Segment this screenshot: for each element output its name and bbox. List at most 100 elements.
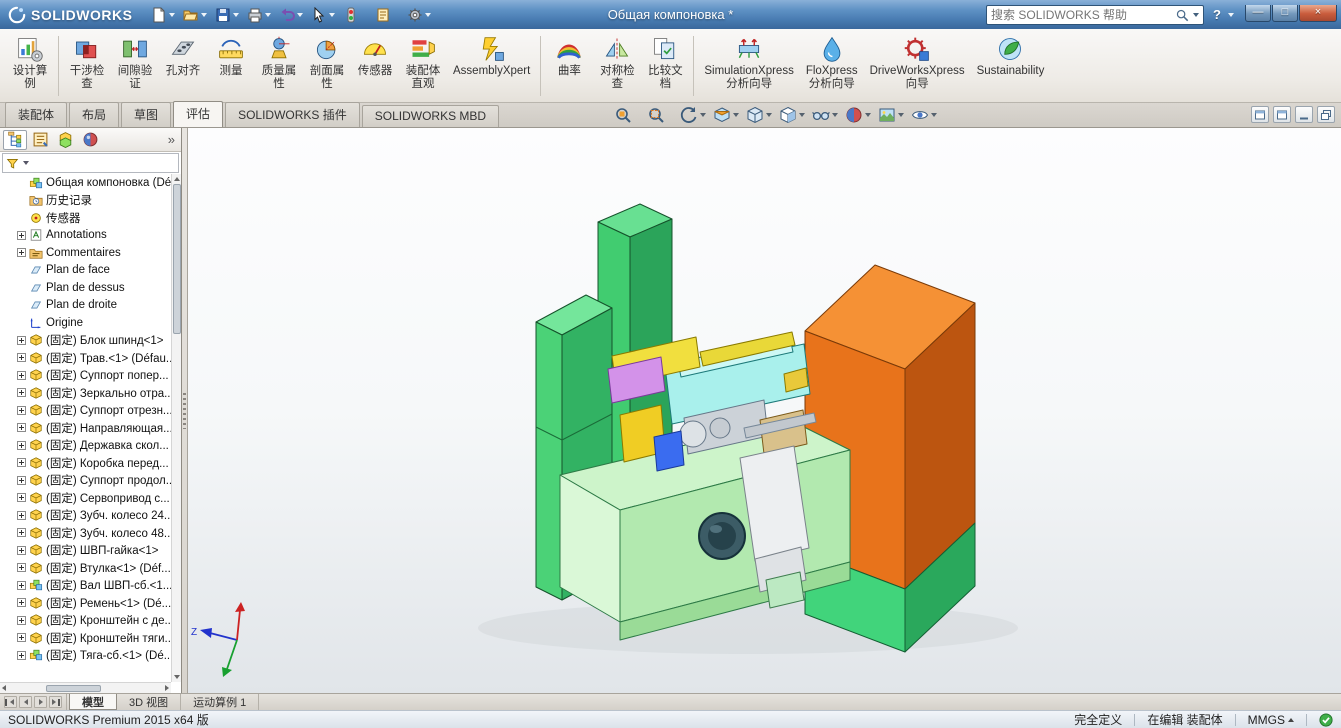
interference-detection-button[interactable]: 干涉检 查 [63, 32, 111, 100]
tree-item[interactable]: (固定) Суппорт попер... [0, 367, 171, 385]
dropdown-caret-icon[interactable] [201, 12, 208, 17]
open-document-button[interactable] [180, 5, 210, 25]
rebuild-button[interactable] [340, 5, 370, 25]
expand-icon[interactable] [17, 615, 26, 625]
options-button[interactable] [404, 5, 434, 25]
expand-icon[interactable] [17, 528, 26, 538]
dropdown-caret-icon[interactable] [425, 12, 432, 17]
view-orientation-button[interactable] [744, 105, 774, 125]
view-settings-button[interactable] [909, 105, 939, 125]
tree-item[interactable]: (固定) Суппорт отрезн... [0, 402, 171, 420]
tree-item[interactable]: Commentaires [0, 244, 171, 262]
command-tab[interactable]: 布局 [69, 102, 120, 127]
section-properties-button[interactable]: 剖面属 性 [303, 32, 351, 100]
curvature-button[interactable]: 曲率 [545, 32, 593, 100]
expand-panel-chevron[interactable]: » [165, 133, 178, 146]
sensor-button[interactable]: 传感器 [351, 32, 399, 100]
command-tab[interactable]: SOLIDWORKS MBD [361, 105, 500, 127]
expand-icon[interactable] [17, 563, 26, 573]
expand-icon[interactable] [17, 370, 26, 380]
tree-item[interactable]: 传感器 [0, 209, 171, 227]
tree-item[interactable]: (固定) ШВП-гайка<1> [0, 542, 171, 560]
expand-icon[interactable] [17, 458, 26, 468]
select-button[interactable] [308, 5, 338, 25]
mass-properties-button[interactable]: 质量属 性 [255, 32, 303, 100]
filter-icon[interactable] [6, 157, 19, 170]
command-tab[interactable]: SOLIDWORKS 插件 [225, 102, 360, 127]
left-pane-button[interactable] [1251, 106, 1269, 123]
tree-item[interactable]: 历史记录 [0, 192, 171, 210]
propertymanager-tab[interactable] [28, 130, 52, 150]
displaymanager-tab[interactable] [78, 130, 102, 150]
restore-document-button[interactable] [1317, 106, 1335, 123]
tree-item[interactable]: Plan de droite [0, 297, 171, 315]
dropdown-caret-icon[interactable] [329, 12, 336, 17]
tree-item[interactable]: (固定) Тяга-сб.<1> (Dé... [0, 647, 171, 665]
apply-scene-button[interactable] [876, 105, 906, 125]
model-tab[interactable]: 模型 [69, 694, 117, 710]
dropdown-caret-icon[interactable] [865, 113, 871, 117]
search-caret-icon[interactable] [1193, 12, 1200, 17]
zoom-fit-button[interactable] [612, 105, 642, 125]
design-study-button[interactable]: 设计算 例 [6, 32, 54, 100]
close-button[interactable]: × [1299, 4, 1337, 22]
hide-show-items-button[interactable] [810, 105, 840, 125]
expand-icon[interactable] [17, 633, 26, 643]
dropdown-caret-icon[interactable] [898, 113, 904, 117]
maximize-button[interactable]: □ [1272, 4, 1298, 22]
right-pane-button[interactable] [1273, 106, 1291, 123]
expand-icon[interactable] [17, 230, 26, 240]
graphics-area[interactable]: Z [188, 128, 1341, 693]
assembly-model[interactable]: Z [188, 128, 1341, 693]
expand-icon[interactable] [17, 580, 26, 590]
tree-item[interactable]: (固定) Зубч. колесо 24... [0, 507, 171, 525]
sustainability-button[interactable]: Sustainability [971, 32, 1051, 100]
save-button[interactable] [212, 5, 242, 25]
expand-icon[interactable] [17, 545, 26, 555]
undo-button[interactable] [276, 5, 306, 25]
help-caret-icon[interactable] [1228, 12, 1234, 17]
minimize-button[interactable]: — [1245, 4, 1271, 22]
filter-bar[interactable] [2, 153, 179, 173]
scroll-up-icon[interactable] [173, 177, 180, 181]
tree-item[interactable]: (固定) Коробка перед... [0, 454, 171, 472]
tree-item[interactable]: (固定) Державка скол... [0, 437, 171, 455]
tree-item[interactable]: (固定) Сервопривод с... [0, 489, 171, 507]
tree-item[interactable]: (固定) Зубч. колесо 48... [0, 524, 171, 542]
minimize-document-button[interactable] [1295, 106, 1313, 123]
zoom-area-button[interactable] [645, 105, 675, 125]
hole-alignment-button[interactable]: 孔对齐 [159, 32, 207, 100]
print-button[interactable] [244, 5, 274, 25]
tree-item[interactable]: (固定) Зеркально отра... [0, 384, 171, 402]
dropdown-caret-icon[interactable] [169, 12, 176, 17]
clearance-verification-button[interactable]: 间隙验 证 [111, 32, 159, 100]
tree-item[interactable]: Origine [0, 314, 171, 332]
new-document-button[interactable] [148, 5, 178, 25]
assemblyxpert-button[interactable]: AssemblyXpert [447, 32, 536, 100]
tree-item[interactable]: (固定) Вал ШВП-сб.<1... [0, 577, 171, 595]
dropdown-caret-icon[interactable] [700, 113, 706, 117]
previous-view-button[interactable] [678, 105, 708, 125]
command-tab[interactable]: 装配体 [5, 102, 68, 127]
expand-icon[interactable] [17, 598, 26, 608]
display-style-button[interactable] [777, 105, 807, 125]
tree-item[interactable]: Plan de dessus [0, 279, 171, 297]
tree-horizontal-scrollbar[interactable] [0, 682, 171, 693]
dropdown-caret-icon[interactable] [297, 12, 304, 17]
filter-caret-icon[interactable] [23, 161, 29, 165]
tree-item[interactable]: Общая компоновка (Dé [0, 174, 171, 192]
status-ok-icon[interactable] [1319, 713, 1333, 727]
tree-item[interactable]: (固定) Суппорт продол... [0, 472, 171, 490]
expand-icon[interactable] [17, 440, 26, 450]
symmetry-check-button[interactable]: 对称检 查 [593, 32, 641, 100]
units-caret-icon[interactable] [1288, 717, 1294, 722]
tree-vertical-scrollbar[interactable] [171, 174, 181, 682]
assembly-visualization-button[interactable]: 装配体 直观 [399, 32, 447, 100]
measure-button[interactable]: 测量 [207, 32, 255, 100]
tree-item[interactable]: (固定) Кронштейн с де... [0, 612, 171, 630]
dropdown-caret-icon[interactable] [931, 113, 937, 117]
dropdown-caret-icon[interactable] [233, 12, 240, 17]
command-tab[interactable]: 评估 [173, 101, 224, 127]
dropdown-caret-icon[interactable] [799, 113, 805, 117]
splitter-grip-icon[interactable] [183, 392, 186, 429]
